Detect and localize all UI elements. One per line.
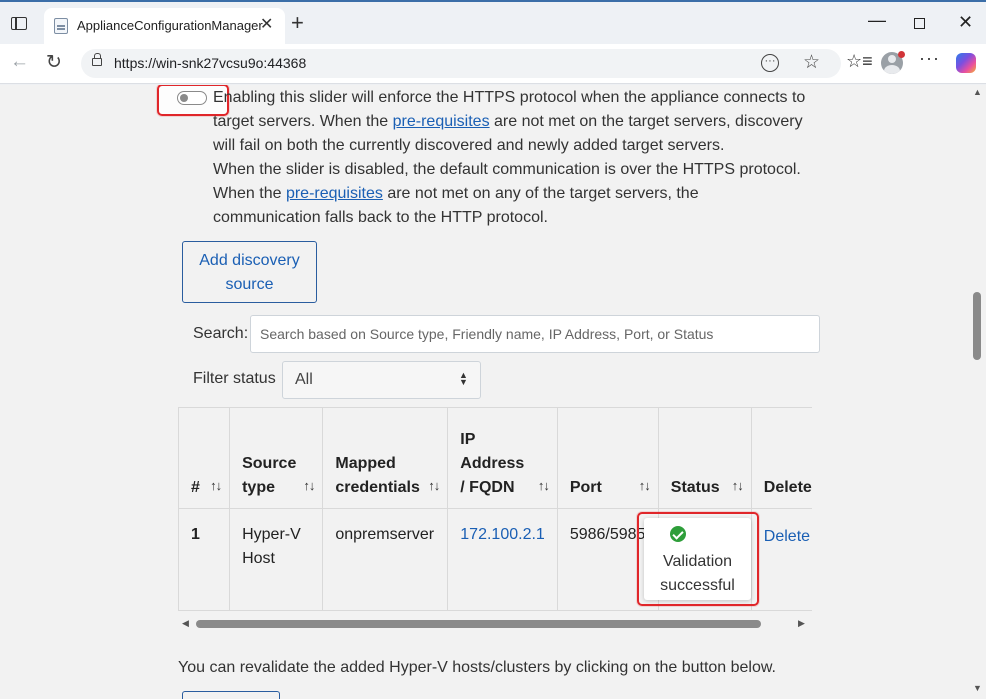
sort-icon[interactable]: ↑↓ xyxy=(639,474,651,498)
tab-actions-icon[interactable] xyxy=(11,17,27,30)
col-ip-label-2: Address xyxy=(460,455,525,472)
filter-status-label: Filter status xyxy=(193,370,276,387)
col-header-ip-address[interactable]: IP Address / FQDN ↑↓ xyxy=(447,407,558,509)
url-text[interactable]: https://win-snk27vcsu9o:44368 xyxy=(114,55,306,71)
description-line-2-post: are not met on the target servers, disco… xyxy=(489,113,803,130)
col-delete-label: Delete xyxy=(763,479,812,496)
page-content: Enabling this slider will enforce the HT… xyxy=(0,85,969,699)
sort-icon[interactable]: ↑↓ xyxy=(303,474,315,498)
more-options-icon[interactable]: ··· xyxy=(919,48,940,69)
description-line-5-pre: When the xyxy=(213,185,286,202)
add-favorite-icon[interactable]: ☆ xyxy=(803,51,820,74)
address-bar[interactable]: https://win-snk27vcsu9o:44368 ··· ☆ xyxy=(81,49,841,78)
page-vertical-scrollbar[interactable]: ▲ ▼ xyxy=(969,85,986,699)
filter-status-select[interactable]: All ▲ ▼ xyxy=(282,361,481,399)
sort-icon[interactable]: ↑↓ xyxy=(732,474,744,498)
description-line-5-post: are not met on any of the target servers… xyxy=(382,185,699,202)
row-mapped-credentials: onpremserver xyxy=(322,508,449,611)
search-input[interactable]: Search based on Source type, Friendly na… xyxy=(250,315,820,353)
browser-toolbar: ← ↻ https://win-snk27vcsu9o:44368 ··· ☆ … xyxy=(0,44,986,84)
reload-icon[interactable]: ↻ xyxy=(46,51,62,74)
col-header-delete: Delete xyxy=(750,407,812,509)
delete-link[interactable]: Delete xyxy=(764,528,810,545)
filter-status-value: All xyxy=(295,371,313,388)
row-num: 1 xyxy=(178,508,231,611)
horizontal-scroll-thumb[interactable] xyxy=(196,620,761,628)
table-horizontal-scrollbar[interactable]: ◀ ▶ xyxy=(178,617,812,631)
description-line-2: target servers. When the pre-requisites … xyxy=(213,110,813,134)
add-discovery-source-label-1: Add discovery xyxy=(199,252,300,269)
new-tab-icon[interactable]: + xyxy=(291,12,304,34)
col-header-source-type[interactable]: Source type ↑↓ xyxy=(229,407,324,509)
col-source-type-label-1: Source xyxy=(242,455,297,472)
description-line-2-pre: target servers. When the xyxy=(213,113,393,130)
col-num-label: # xyxy=(191,479,200,496)
copilot-icon[interactable] xyxy=(956,53,976,73)
description-line-5: When the pre-requisites are not met on a… xyxy=(213,182,813,206)
col-mapped-label-2: credentials xyxy=(335,479,420,496)
col-ip-label-1: IP xyxy=(460,431,476,448)
description-line-6: communication falls back to the HTTP pro… xyxy=(213,209,548,226)
revalidate-button[interactable] xyxy=(182,691,280,699)
description-line-3: will fail on both the currently discover… xyxy=(213,137,725,154)
col-header-num[interactable]: # ↑↓ xyxy=(178,407,231,509)
close-window-icon[interactable]: ✕ xyxy=(958,12,973,33)
add-discovery-source-button[interactable]: Add discovery source xyxy=(182,241,317,303)
maximize-icon[interactable] xyxy=(914,18,925,29)
col-header-status[interactable]: Status ↑↓ xyxy=(657,407,752,509)
sort-icon[interactable]: ↑↓ xyxy=(428,474,440,498)
sort-icon[interactable]: ↑↓ xyxy=(210,474,222,498)
table-header-row: # ↑↓ Source type ↑↓ Mapped credentials ↑… xyxy=(178,407,812,509)
select-caret-icon: ▲ ▼ xyxy=(459,370,468,387)
reading-mode-icon[interactable]: ··· xyxy=(761,54,779,72)
browser-tab[interactable]: ApplianceConfigurationManager ✕ xyxy=(44,8,285,44)
status-highlight-box xyxy=(637,512,759,606)
col-port-label: Port xyxy=(569,479,602,496)
browser-titlebar: ApplianceConfigurationManager ✕ + — ✕ xyxy=(0,0,986,44)
revalidate-text: You can revalidate the added Hyper-V hos… xyxy=(178,659,776,676)
row-source-type-2: Host xyxy=(242,550,275,567)
col-header-port[interactable]: Port ↑↓ xyxy=(556,407,659,509)
toggle-knob xyxy=(180,93,188,102)
col-header-mapped-credentials[interactable]: Mapped credentials ↑↓ xyxy=(322,407,449,509)
col-source-type-label-2: type xyxy=(242,479,275,496)
scroll-right-icon[interactable]: ▶ xyxy=(798,618,805,629)
description-line-4: When the slider is disabled, the default… xyxy=(213,161,801,178)
row-source-type-1: Hyper-V xyxy=(242,526,301,543)
row-source-type: Hyper-V Host xyxy=(229,508,324,611)
page-favicon-icon xyxy=(54,18,68,34)
sort-icon[interactable]: ↑↓ xyxy=(538,474,550,498)
add-discovery-source-label-2: source xyxy=(225,276,274,293)
scroll-down-icon[interactable]: ▼ xyxy=(973,683,982,693)
https-enforce-toggle[interactable] xyxy=(177,91,207,105)
prerequisites-link-1[interactable]: pre-requisites xyxy=(393,113,490,130)
col-ip-label-3: / FQDN xyxy=(460,479,515,496)
minimize-icon[interactable]: — xyxy=(868,10,886,31)
row-delete: Delete xyxy=(750,508,812,611)
notification-dot xyxy=(898,51,905,58)
back-icon[interactable]: ← xyxy=(10,51,29,73)
tab-close-icon[interactable]: ✕ xyxy=(260,14,273,34)
row-ip-address: 172.100.2.1 xyxy=(447,508,558,611)
scroll-up-icon[interactable]: ▲ xyxy=(973,87,982,97)
col-mapped-label-1: Mapped xyxy=(335,455,396,472)
search-label: Search: xyxy=(193,325,249,342)
tab-title: ApplianceConfigurationManager xyxy=(77,18,263,33)
prerequisites-link-2[interactable]: pre-requisites xyxy=(286,185,383,202)
col-status-label: Status xyxy=(670,479,720,496)
vertical-scroll-thumb[interactable] xyxy=(973,292,981,360)
description-line-1: Enabling this slider will enforce the HT… xyxy=(213,89,806,106)
favorites-icon[interactable]: ☆≡ xyxy=(846,51,873,72)
lock-icon[interactable] xyxy=(92,53,102,66)
ip-address-link[interactable]: 172.100.2.1 xyxy=(460,526,545,543)
scroll-left-icon[interactable]: ◀ xyxy=(182,618,189,629)
